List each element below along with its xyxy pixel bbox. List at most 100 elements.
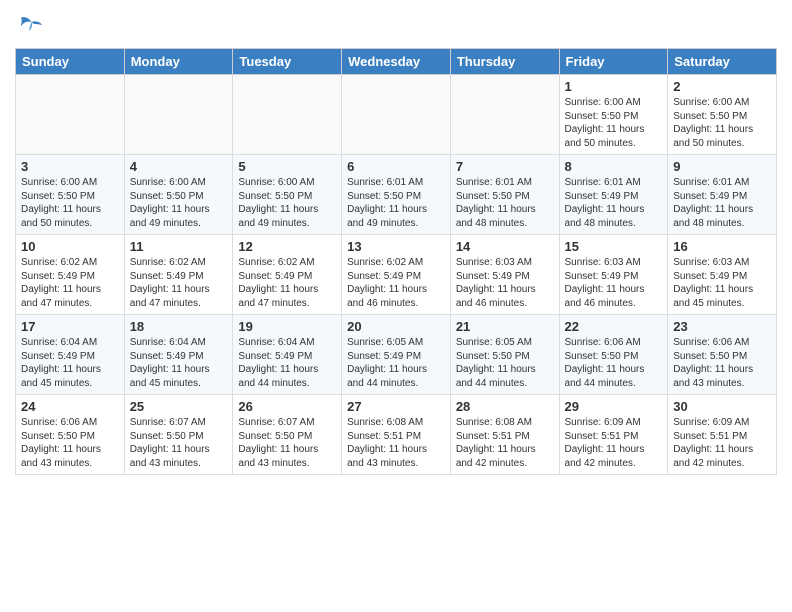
day-info: Sunrise: 6:09 AM Sunset: 5:51 PM Dayligh… — [565, 416, 663, 470]
weekday-header-wednesday: Wednesday — [342, 49, 451, 75]
day-number: 18 — [130, 319, 228, 334]
calendar-cell: 4 Sunrise: 6:00 AM Sunset: 5:50 PM Daylig… — [124, 155, 233, 235]
day-number: 21 — [456, 319, 554, 334]
day-info: Sunrise: 6:08 AM Sunset: 5:51 PM Dayligh… — [347, 416, 445, 470]
day-number: 25 — [130, 399, 228, 414]
day-info: Sunrise: 6:01 AM Sunset: 5:50 PM Dayligh… — [347, 176, 445, 230]
day-number: 9 — [673, 159, 771, 174]
day-number: 3 — [21, 159, 119, 174]
day-info: Sunrise: 6:00 AM Sunset: 5:50 PM Dayligh… — [238, 176, 336, 230]
calendar-cell: 15 Sunrise: 6:03 AM Sunset: 5:49 PM Dayli… — [559, 235, 668, 315]
day-info: Sunrise: 6:00 AM Sunset: 5:50 PM Dayligh… — [673, 96, 771, 150]
day-number: 14 — [456, 239, 554, 254]
logo-bird-icon — [15, 10, 45, 40]
day-number: 13 — [347, 239, 445, 254]
day-number: 6 — [347, 159, 445, 174]
day-info: Sunrise: 6:07 AM Sunset: 5:50 PM Dayligh… — [130, 416, 228, 470]
day-info: Sunrise: 6:06 AM Sunset: 5:50 PM Dayligh… — [21, 416, 119, 470]
day-info: Sunrise: 6:07 AM Sunset: 5:50 PM Dayligh… — [238, 416, 336, 470]
day-info: Sunrise: 6:02 AM Sunset: 5:49 PM Dayligh… — [238, 256, 336, 310]
calendar-cell: 11Sunrise: 6:02 AM Sunset: 5:49 PM Dayli… — [124, 235, 233, 315]
day-number: 8 — [565, 159, 663, 174]
calendar-cell: 14 Sunrise: 6:03 AM Sunset: 5:49 PM Dayli… — [450, 235, 559, 315]
day-info: Sunrise: 6:06 AM Sunset: 5:50 PM Dayligh… — [565, 336, 663, 390]
calendar-week-row: 1 Sunrise: 6:00 AM Sunset: 5:50 PM Daylig… — [16, 75, 777, 155]
day-number: 17 — [21, 319, 119, 334]
day-number: 22 — [565, 319, 663, 334]
calendar-cell: 29Sunrise: 6:09 AM Sunset: 5:51 PM Dayli… — [559, 395, 668, 475]
calendar-cell — [342, 75, 451, 155]
calendar-cell: 22 Sunrise: 6:06 AM Sunset: 5:50 PM Dayli… — [559, 315, 668, 395]
day-number: 27 — [347, 399, 445, 414]
calendar-cell: 17 Sunrise: 6:04 AM Sunset: 5:49 PM Dayli… — [16, 315, 125, 395]
day-number: 15 — [565, 239, 663, 254]
calendar-cell: 25 Sunrise: 6:07 AM Sunset: 5:50 PM Dayli… — [124, 395, 233, 475]
calendar-cell — [233, 75, 342, 155]
calendar-cell: 30 Sunrise: 6:09 AM Sunset: 5:51 PM Dayli… — [668, 395, 777, 475]
day-number: 1 — [565, 79, 663, 94]
day-number: 16 — [673, 239, 771, 254]
day-info: Sunrise: 6:06 AM Sunset: 5:50 PM Dayligh… — [673, 336, 771, 390]
day-number: 19 — [238, 319, 336, 334]
calendar-cell: 26 Sunrise: 6:07 AM Sunset: 5:50 PM Dayli… — [233, 395, 342, 475]
calendar-table: SundayMondayTuesdayWednesdayThursdayFrid… — [15, 48, 777, 475]
day-number: 10 — [21, 239, 119, 254]
calendar-cell: 5Sunrise: 6:00 AM Sunset: 5:50 PM Daylig… — [233, 155, 342, 235]
calendar-week-row: 3 Sunrise: 6:00 AM Sunset: 5:50 PM Daylig… — [16, 155, 777, 235]
calendar-cell: 24 Sunrise: 6:06 AM Sunset: 5:50 PM Dayli… — [16, 395, 125, 475]
day-number: 30 — [673, 399, 771, 414]
day-info: Sunrise: 6:01 AM Sunset: 5:50 PM Dayligh… — [456, 176, 554, 230]
calendar-cell: 8Sunrise: 6:01 AM Sunset: 5:49 PM Daylig… — [559, 155, 668, 235]
calendar-cell: 10 Sunrise: 6:02 AM Sunset: 5:49 PM Dayli… — [16, 235, 125, 315]
day-number: 2 — [673, 79, 771, 94]
day-number: 12 — [238, 239, 336, 254]
day-info: Sunrise: 6:08 AM Sunset: 5:51 PM Dayligh… — [456, 416, 554, 470]
calendar-week-row: 24 Sunrise: 6:06 AM Sunset: 5:50 PM Dayli… — [16, 395, 777, 475]
calendar-cell — [450, 75, 559, 155]
day-info: Sunrise: 6:00 AM Sunset: 5:50 PM Dayligh… — [130, 176, 228, 230]
day-info: Sunrise: 6:04 AM Sunset: 5:49 PM Dayligh… — [21, 336, 119, 390]
day-info: Sunrise: 6:03 AM Sunset: 5:49 PM Dayligh… — [673, 256, 771, 310]
weekday-header-tuesday: Tuesday — [233, 49, 342, 75]
weekday-header-thursday: Thursday — [450, 49, 559, 75]
day-info: Sunrise: 6:04 AM Sunset: 5:49 PM Dayligh… — [130, 336, 228, 390]
weekday-header-monday: Monday — [124, 49, 233, 75]
calendar-cell — [124, 75, 233, 155]
calendar-cell: 21 Sunrise: 6:05 AM Sunset: 5:50 PM Dayli… — [450, 315, 559, 395]
calendar-cell: 18 Sunrise: 6:04 AM Sunset: 5:49 PM Dayli… — [124, 315, 233, 395]
day-info: Sunrise: 6:09 AM Sunset: 5:51 PM Dayligh… — [673, 416, 771, 470]
calendar-cell: 27 Sunrise: 6:08 AM Sunset: 5:51 PM Dayli… — [342, 395, 451, 475]
calendar-cell — [16, 75, 125, 155]
calendar-cell: 28 Sunrise: 6:08 AM Sunset: 5:51 PM Dayli… — [450, 395, 559, 475]
logo — [15, 10, 47, 40]
day-number: 23 — [673, 319, 771, 334]
day-info: Sunrise: 6:00 AM Sunset: 5:50 PM Dayligh… — [21, 176, 119, 230]
calendar-cell: 9 Sunrise: 6:01 AM Sunset: 5:49 PM Daylig… — [668, 155, 777, 235]
calendar-cell: 2 Sunrise: 6:00 AM Sunset: 5:50 PM Daylig… — [668, 75, 777, 155]
day-number: 11 — [130, 239, 228, 254]
day-info: Sunrise: 6:05 AM Sunset: 5:49 PM Dayligh… — [347, 336, 445, 390]
day-info: Sunrise: 6:01 AM Sunset: 5:49 PM Dayligh… — [673, 176, 771, 230]
calendar-cell: 13 Sunrise: 6:02 AM Sunset: 5:49 PM Dayli… — [342, 235, 451, 315]
day-info: Sunrise: 6:02 AM Sunset: 5:49 PM Dayligh… — [347, 256, 445, 310]
day-info: Sunrise: 6:00 AM Sunset: 5:50 PM Dayligh… — [565, 96, 663, 150]
day-info: Sunrise: 6:02 AM Sunset: 5:49 PM Dayligh… — [21, 256, 119, 310]
calendar-week-row: 10 Sunrise: 6:02 AM Sunset: 5:49 PM Dayli… — [16, 235, 777, 315]
day-info: Sunrise: 6:04 AM Sunset: 5:49 PM Dayligh… — [238, 336, 336, 390]
calendar-cell: 3 Sunrise: 6:00 AM Sunset: 5:50 PM Daylig… — [16, 155, 125, 235]
day-number: 4 — [130, 159, 228, 174]
day-info: Sunrise: 6:05 AM Sunset: 5:50 PM Dayligh… — [456, 336, 554, 390]
day-number: 24 — [21, 399, 119, 414]
calendar-cell: 7 Sunrise: 6:01 AM Sunset: 5:50 PM Daylig… — [450, 155, 559, 235]
calendar-cell: 19 Sunrise: 6:04 AM Sunset: 5:49 PM Dayli… — [233, 315, 342, 395]
day-number: 26 — [238, 399, 336, 414]
day-number: 7 — [456, 159, 554, 174]
calendar-cell: 20Sunrise: 6:05 AM Sunset: 5:49 PM Dayli… — [342, 315, 451, 395]
page-header — [15, 10, 777, 40]
day-info: Sunrise: 6:03 AM Sunset: 5:49 PM Dayligh… — [565, 256, 663, 310]
day-info: Sunrise: 6:03 AM Sunset: 5:49 PM Dayligh… — [456, 256, 554, 310]
calendar-cell: 23 Sunrise: 6:06 AM Sunset: 5:50 PM Dayli… — [668, 315, 777, 395]
day-number: 28 — [456, 399, 554, 414]
calendar-week-row: 17 Sunrise: 6:04 AM Sunset: 5:49 PM Dayli… — [16, 315, 777, 395]
weekday-header-row: SundayMondayTuesdayWednesdayThursdayFrid… — [16, 49, 777, 75]
